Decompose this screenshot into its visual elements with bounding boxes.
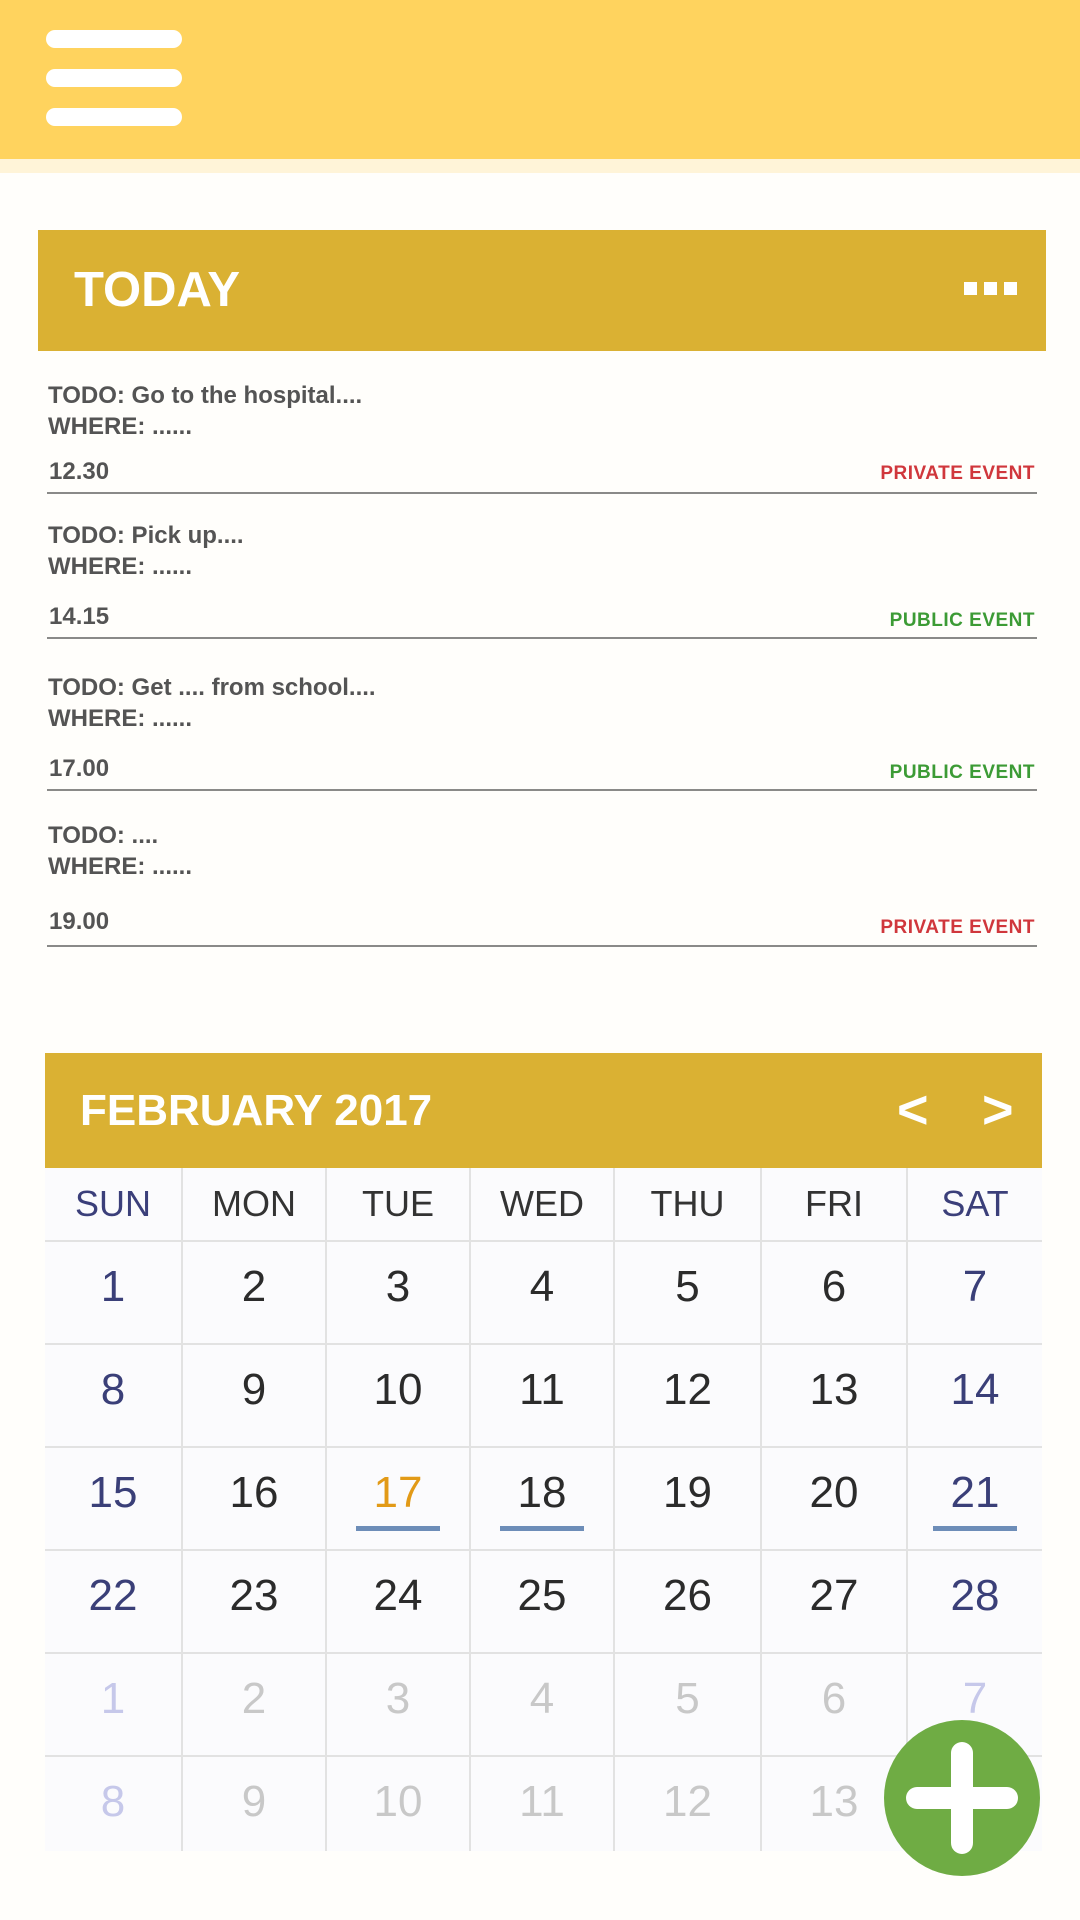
calendar-day-next-month[interactable]: 8	[45, 1757, 181, 1827]
calendar-day[interactable]: 21	[908, 1448, 1042, 1518]
calendar-day[interactable]: 3	[327, 1242, 469, 1312]
more-options-icon[interactable]	[964, 282, 1018, 296]
calendar-day-next-month[interactable]: 4	[471, 1654, 613, 1724]
hamburger-menu-icon[interactable]	[46, 30, 182, 128]
calendar-day-next-month[interactable]: 2	[183, 1654, 325, 1724]
calendar-week-row: 15 16 17 18 19 20 21	[45, 1448, 1042, 1551]
event-todo: TODO: Get .... from school....	[48, 674, 376, 701]
menu-bar	[46, 108, 182, 126]
calendar-day-next-month[interactable]: 12	[615, 1757, 760, 1827]
calendar-day[interactable]: 23	[183, 1551, 325, 1621]
calendar-day[interactable]: 12	[615, 1345, 760, 1415]
weekday-label: SUN	[45, 1168, 183, 1240]
calendar-day[interactable]: 8	[45, 1345, 181, 1415]
calendar-day[interactable]: 4	[471, 1242, 613, 1312]
calendar-day[interactable]: 1	[45, 1242, 181, 1312]
event-item[interactable]: TODO: Pick up.... WHERE: ...... 14.15 PU…	[47, 517, 1037, 639]
event-time: 14.15	[49, 603, 110, 630]
calendar-day[interactable]: 7	[908, 1242, 1042, 1312]
event-time: 17.00	[49, 755, 110, 782]
weekday-label: MON	[183, 1168, 327, 1240]
calendar-day[interactable]: 14	[908, 1345, 1042, 1415]
calendar-day[interactable]: 10	[327, 1345, 469, 1415]
event-todo: TODO: Pick up....	[48, 522, 244, 549]
previous-month-button[interactable]: <	[897, 1075, 929, 1145]
menu-bar	[46, 30, 182, 48]
event-item[interactable]: TODO: Get .... from school.... WHERE: ..…	[47, 669, 1037, 791]
weekday-label: SAT	[941, 1183, 1009, 1224]
calendar-grid: SUN MON TUE WED THU FRI SAT 1 2 3 4 5 6 …	[45, 1168, 1042, 1851]
calendar-day[interactable]: 22	[45, 1551, 181, 1621]
weekday-header-row: SUN MON TUE WED THU FRI SAT	[45, 1168, 1042, 1242]
event-time: 19.00	[49, 908, 110, 935]
calendar-week-row: 1 2 3 4 5 6 7	[45, 1242, 1042, 1345]
calendar-day-next-month[interactable]: 6	[762, 1654, 906, 1724]
next-month-button[interactable]: >	[982, 1075, 1014, 1145]
calendar-day[interactable]: 19	[615, 1448, 760, 1518]
event-where: WHERE: ......	[48, 705, 192, 732]
today-section-header: TODAY	[38, 230, 1046, 351]
calendar-day[interactable]: 16	[183, 1448, 325, 1518]
calendar-day-next-month[interactable]: 11	[471, 1757, 613, 1827]
event-time: 12.30	[49, 458, 110, 485]
event-type-badge: PRIVATE EVENT	[880, 917, 1035, 938]
event-where: WHERE: ......	[48, 553, 192, 580]
weekday-label: FRI	[762, 1168, 908, 1240]
event-item[interactable]: TODO: Go to the hospital.... WHERE: ....…	[47, 377, 1037, 494]
calendar-day-today[interactable]: 17	[327, 1448, 469, 1518]
calendar-day-next-month[interactable]: 9	[183, 1757, 325, 1827]
weekday-label: THU	[615, 1168, 762, 1240]
calendar-day[interactable]: 13	[762, 1345, 906, 1415]
calendar-day[interactable]: 11	[471, 1345, 613, 1415]
calendar-day[interactable]: 9	[183, 1345, 325, 1415]
calendar-day[interactable]: 27	[762, 1551, 906, 1621]
weekday-label: WED	[471, 1168, 615, 1240]
event-where: WHERE: ......	[48, 853, 192, 880]
calendar-header: FEBRUARY 2017 < >	[45, 1053, 1042, 1168]
calendar-day-next-month[interactable]: 3	[327, 1654, 469, 1724]
calendar-day[interactable]: 18	[471, 1448, 613, 1518]
event-item[interactable]: TODO: .... WHERE: ...... 19.00 PRIVATE E…	[47, 817, 1037, 947]
menu-bar	[46, 69, 182, 87]
top-app-bar	[0, 0, 1080, 173]
calendar-day[interactable]: 26	[615, 1551, 760, 1621]
calendar-week-row: 1 2 3 4 5 6 7	[45, 1654, 1042, 1757]
calendar-day-next-month[interactable]: 7	[908, 1654, 1042, 1724]
calendar-day[interactable]: 2	[183, 1242, 325, 1312]
event-type-badge: PUBLIC EVENT	[889, 610, 1035, 631]
calendar-day-next-month[interactable]: 1	[45, 1654, 181, 1724]
calendar-day[interactable]: 25	[471, 1551, 613, 1621]
today-title: TODAY	[74, 263, 241, 317]
calendar-month-label: FEBRUARY 2017	[80, 1086, 433, 1135]
event-where: WHERE: ......	[48, 413, 192, 440]
event-marker	[500, 1526, 584, 1531]
plus-icon	[951, 1742, 973, 1854]
calendar-day-next-month[interactable]: 5	[615, 1654, 760, 1724]
calendar-day[interactable]: 28	[908, 1551, 1042, 1621]
calendar-week-row: 22 23 24 25 26 27 28	[45, 1551, 1042, 1654]
event-type-badge: PUBLIC EVENT	[889, 762, 1035, 783]
calendar-day-next-month[interactable]: 10	[327, 1757, 469, 1827]
calendar-day[interactable]: 6	[762, 1242, 906, 1312]
calendar-day[interactable]: 15	[45, 1448, 181, 1518]
weekday-label: TUE	[327, 1168, 471, 1240]
calendar-week-row: 8 9 10 11 12 13 14	[45, 1345, 1042, 1448]
event-marker	[356, 1526, 440, 1531]
event-todo: TODO: ....	[48, 822, 159, 849]
event-todo: TODO: Go to the hospital....	[48, 382, 363, 409]
event-marker	[933, 1526, 1017, 1531]
calendar-day[interactable]: 24	[327, 1551, 469, 1621]
add-event-button[interactable]	[884, 1720, 1040, 1876]
calendar-day[interactable]: 5	[615, 1242, 760, 1312]
event-type-badge: PRIVATE EVENT	[880, 463, 1035, 484]
calendar-day[interactable]: 20	[762, 1448, 906, 1518]
